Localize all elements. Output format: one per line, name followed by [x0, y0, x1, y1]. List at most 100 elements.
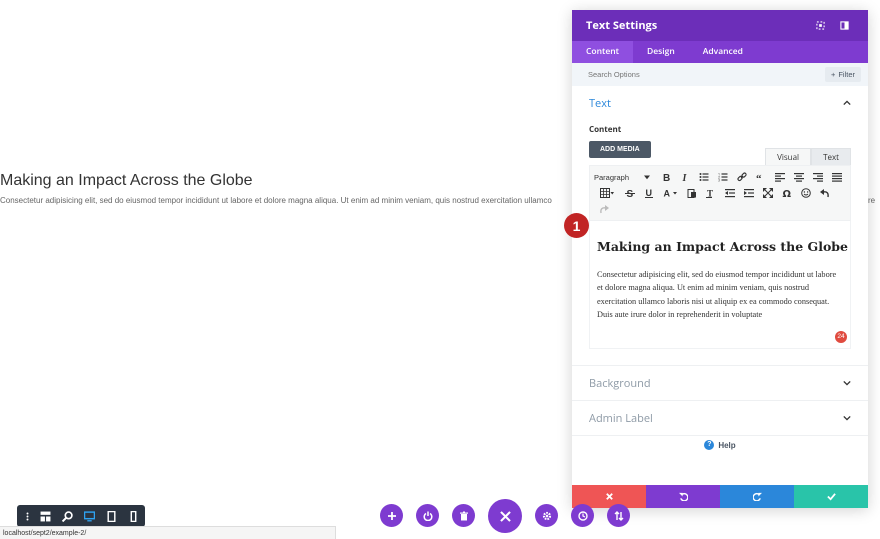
portability-button[interactable]	[416, 504, 439, 527]
tablet-icon[interactable]	[100, 505, 122, 527]
svg-text:A: A	[664, 189, 671, 199]
paragraph-format-select[interactable]: Paragraph	[594, 173, 656, 182]
chevron-down-icon[interactable]	[842, 378, 852, 388]
emoji-icon[interactable]	[796, 186, 815, 201]
gear-icon	[542, 511, 551, 520]
expand-icon[interactable]	[810, 16, 830, 36]
paste-text-icon[interactable]	[682, 186, 701, 201]
section-text-header[interactable]: Text	[572, 86, 868, 120]
svg-text:B: B	[663, 173, 670, 182]
phone-icon[interactable]	[122, 505, 144, 527]
snap-panel-icon[interactable]	[834, 16, 854, 36]
table-icon[interactable]	[594, 186, 620, 201]
link-icon[interactable]	[732, 170, 751, 185]
svg-text:T: T	[707, 189, 713, 199]
section-divider	[572, 435, 868, 436]
outdent-icon[interactable]	[720, 186, 739, 201]
desktop-icon[interactable]	[78, 505, 100, 527]
page-heading: Making an Impact Across the Globe	[0, 172, 253, 189]
page-paragraph: Consectetur adipisicing elit, sed do eiu…	[0, 196, 552, 205]
strikethrough-icon[interactable]: S	[620, 186, 639, 201]
close-settings-button[interactable]	[488, 499, 522, 533]
svg-text:“: “	[756, 173, 762, 182]
bullet-list-icon[interactable]	[694, 170, 713, 185]
plus-icon: +	[830, 70, 836, 79]
section-admin-label: Admin Label	[572, 400, 868, 435]
tab-visual[interactable]: Visual	[765, 148, 812, 165]
power-icon	[423, 511, 432, 521]
undo-button[interactable]	[646, 485, 720, 508]
undo-icon	[678, 492, 688, 501]
align-left-icon[interactable]	[770, 170, 789, 185]
close-icon	[605, 493, 613, 500]
editor-heading: Making an Impact Across the Globe	[597, 239, 848, 254]
text-color-icon[interactable]: A	[658, 186, 682, 201]
tab-text[interactable]: Text	[811, 148, 851, 165]
sort-layers-button[interactable]	[607, 504, 630, 527]
clear-formatting-icon[interactable]: T	[701, 186, 720, 201]
editor-mode-tabs: Visual Text	[765, 148, 851, 165]
grammar-badge[interactable]: 24	[835, 331, 847, 343]
sort-icon	[614, 510, 623, 521]
section-text: Text Content ADD MEDIA Visual Text Parag…	[572, 86, 868, 349]
editor-body-text: Consectetur adipisicing elit, sed do eiu…	[597, 270, 837, 320]
panel-title: Text Settings	[586, 18, 658, 33]
special-character-icon[interactable]: Ω	[777, 186, 796, 201]
wireframe-icon[interactable]	[34, 505, 56, 527]
trash-icon	[459, 511, 468, 520]
format-select-value: Paragraph	[594, 172, 630, 182]
italic-icon[interactable]: I	[675, 170, 694, 185]
status-bar-url: localhost/sept2/example-2/	[0, 526, 336, 539]
indent-icon[interactable]	[739, 186, 758, 201]
dropdown-caret-icon	[644, 175, 650, 180]
filter-button[interactable]: + Filter	[824, 67, 861, 82]
section-background: Background	[572, 365, 868, 400]
undo-icon[interactable]	[815, 186, 834, 201]
tab-advanced[interactable]: Advanced	[689, 41, 757, 63]
fullscreen-icon[interactable]	[758, 186, 777, 201]
justify-icon[interactable]	[827, 170, 846, 185]
redo-icon[interactable]	[594, 202, 613, 217]
page-paragraph-tail: re	[868, 196, 876, 205]
section-background-title: Background	[589, 375, 651, 391]
toolbar-row-1: Paragraph B I 123 “	[594, 169, 846, 185]
svg-text:U: U	[645, 188, 652, 198]
align-center-icon[interactable]	[789, 170, 808, 185]
search-row: + Filter	[572, 63, 868, 86]
add-media-button[interactable]: ADD MEDIA	[589, 141, 651, 158]
toolbar-row-3	[594, 201, 846, 217]
underline-icon[interactable]: U	[639, 186, 658, 201]
tab-content[interactable]: Content	[572, 41, 633, 63]
history-icon	[577, 510, 588, 521]
help-link[interactable]: ? Help	[572, 440, 868, 450]
section-admin-label-header[interactable]: Admin Label	[572, 401, 868, 435]
clear-layout-button[interactable]	[452, 504, 475, 527]
svg-text:I: I	[681, 173, 687, 182]
bold-icon[interactable]: B	[656, 170, 675, 185]
history-button[interactable]	[571, 504, 594, 527]
add-button[interactable]	[380, 504, 403, 527]
svg-text:Ω: Ω	[782, 189, 791, 198]
blockquote-icon[interactable]: “	[751, 170, 770, 185]
text-settings-panel: Text Settings Content Design Advanced + …	[572, 10, 868, 508]
more-vertical-icon[interactable]	[20, 505, 34, 527]
plus-icon	[387, 511, 396, 520]
page-settings-button[interactable]	[535, 504, 558, 527]
step-badge: 1	[564, 213, 589, 238]
zoom-icon[interactable]	[56, 505, 78, 527]
close-icon	[499, 510, 511, 522]
tab-design[interactable]: Design	[633, 41, 689, 63]
numbered-list-icon[interactable]: 123	[713, 170, 732, 185]
filter-label: Filter	[838, 70, 855, 79]
search-options-input[interactable]	[588, 70, 825, 79]
chevron-up-icon[interactable]	[842, 98, 852, 108]
save-button[interactable]	[794, 485, 868, 508]
chevron-down-icon[interactable]	[842, 413, 852, 423]
panel-tabs: Content Design Advanced	[572, 41, 868, 63]
editor-toolbar: Paragraph B I 123 “ S U A T Ω	[589, 165, 851, 221]
redo-button[interactable]	[720, 485, 794, 508]
visual-editor-area[interactable]: Making an Impact Across the Globe Consec…	[589, 221, 851, 349]
align-right-icon[interactable]	[808, 170, 827, 185]
toolbar-row-2: S U A T Ω	[594, 185, 846, 201]
section-background-header[interactable]: Background	[572, 366, 868, 400]
